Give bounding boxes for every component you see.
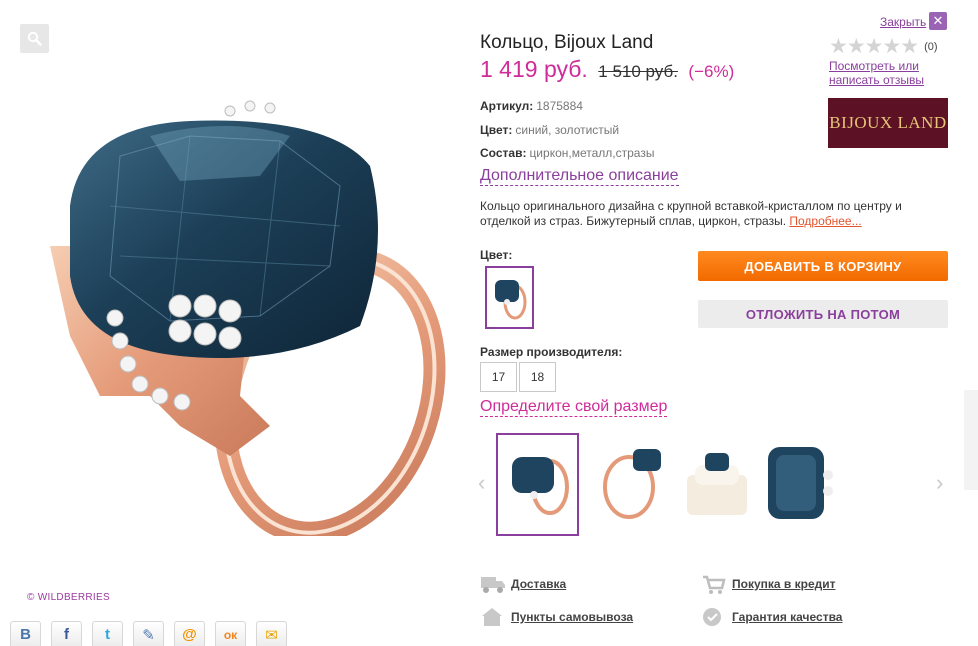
house-icon	[482, 608, 502, 626]
delivery-link[interactable]: Доставка	[480, 573, 566, 595]
share-buttons: B f t ✎ @ ок ✉	[10, 621, 287, 646]
close-link[interactable]: Закрыть	[880, 15, 926, 29]
spec-label: Цвет:	[480, 123, 513, 137]
find-size-link[interactable]: Определите свой размер	[480, 397, 668, 417]
discount-badge: (−6%)	[688, 62, 735, 81]
delivery-label: Доставка	[511, 577, 567, 591]
price-row: 1 419 руб. 1 510 руб. (−6%)	[480, 56, 734, 83]
twitter-share-button[interactable]: t	[92, 621, 123, 646]
thumbnail-2[interactable]	[589, 433, 672, 536]
spec-value: 1875884	[536, 99, 583, 113]
spec-material: Состав: циркон,металл,стразы	[480, 146, 654, 160]
spec-value: циркон,металл,стразы	[529, 146, 655, 160]
color-swatch-selected[interactable]	[485, 266, 534, 329]
chevron-right-icon[interactable]: ›	[936, 470, 943, 496]
pickup-points-link[interactable]: Пункты самовывоза	[480, 606, 633, 628]
background-page-edge	[964, 390, 978, 490]
odnoklassniki-share-button[interactable]: ок	[215, 621, 246, 646]
star-rating-icon[interactable]: ★★★★★	[829, 36, 919, 57]
vk-share-button[interactable]: B	[10, 621, 41, 646]
reviews-link[interactable]: Посмотреть или написать отзывы	[829, 59, 939, 87]
size-option-18[interactable]: 18	[519, 362, 556, 392]
mailru-share-button[interactable]: @	[174, 621, 205, 646]
product-main-image[interactable]	[30, 96, 460, 536]
credit-link[interactable]: Покупка в кредит	[701, 573, 836, 595]
rating-count: (0)	[924, 41, 938, 53]
spec-article: Артикул: 1875884	[480, 99, 583, 113]
size-label: Размер производителя:	[480, 345, 623, 359]
thumbnail-4[interactable]	[760, 433, 843, 536]
read-more-link[interactable]: Подробнее...	[789, 214, 861, 228]
livejournal-share-button[interactable]: ✎	[133, 621, 164, 646]
chevron-left-icon[interactable]: ‹	[478, 470, 485, 496]
pickup-label: Пункты самовывоза	[511, 610, 634, 624]
quality-badge-icon	[703, 608, 721, 626]
size-option-17[interactable]: 17	[480, 362, 517, 392]
more-description-link[interactable]: Дополнительное описание	[480, 166, 679, 186]
cart-credit-icon	[703, 575, 726, 594]
thumbnail-3[interactable]	[675, 433, 758, 536]
quality-guarantee-link[interactable]: Гарантия качества	[701, 606, 842, 628]
spec-value: синий, золотистый	[515, 123, 620, 137]
watermark: © WILDBERRIES	[27, 592, 110, 603]
spec-label: Артикул:	[480, 99, 534, 113]
add-to-cart-button[interactable]: ДОБАВИТЬ В КОРЗИНУ	[698, 251, 948, 281]
old-price: 1 510 руб.	[598, 62, 678, 81]
zoom-button[interactable]	[20, 24, 49, 53]
current-price: 1 419 руб.	[480, 56, 588, 82]
spec-color: Цвет: синий, золотистый	[480, 123, 619, 137]
truck-icon	[481, 577, 505, 593]
facebook-share-button[interactable]: f	[51, 621, 82, 646]
color-label: Цвет:	[480, 248, 513, 262]
close-icon[interactable]: ✕	[929, 12, 947, 30]
thumbnail-1[interactable]	[496, 433, 579, 536]
product-title: Кольцо, Bijoux Land	[480, 32, 654, 53]
rating: ★★★★★ (0)	[829, 36, 938, 57]
brand-logo[interactable]: BIJOUX LAND	[828, 98, 948, 148]
credit-label: Покупка в кредит	[732, 577, 836, 591]
magnifier-icon	[27, 31, 42, 46]
email-share-button[interactable]: ✉	[256, 621, 287, 646]
product-description: Кольцо оригинального дизайна с крупной в…	[480, 199, 928, 229]
save-for-later-button[interactable]: ОТЛОЖИТЬ НА ПОТОМ	[698, 300, 948, 328]
spec-label: Состав:	[480, 146, 527, 160]
quality-label: Гарантия качества	[732, 610, 843, 624]
